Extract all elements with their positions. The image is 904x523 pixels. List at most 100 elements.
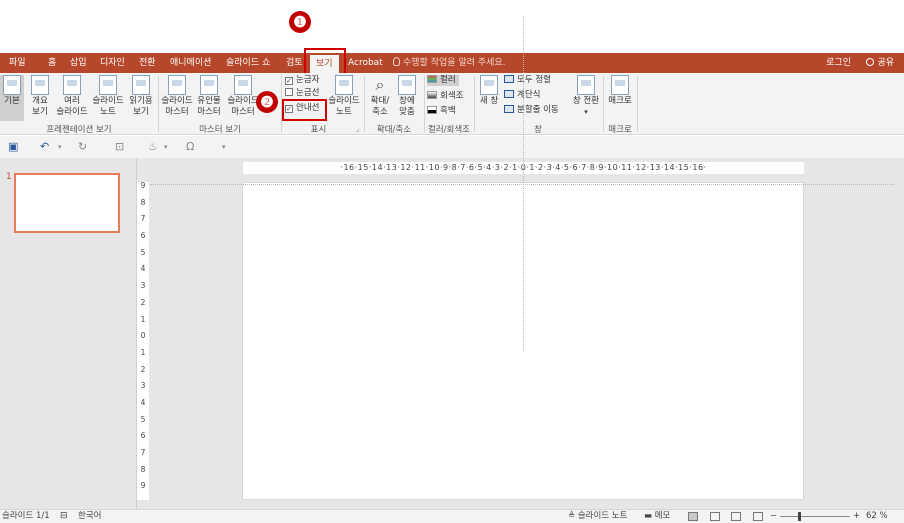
normal-view-button[interactable]: 기본 [0, 75, 24, 121]
fit-window-icon [398, 75, 416, 95]
undo-dropdown-icon[interactable]: ▾ [58, 143, 62, 151]
group-label-presentation-views: 프레젠테이션 보기 [46, 125, 112, 135]
share-label: 공유 [877, 58, 894, 68]
group-separator [637, 76, 638, 132]
spellcheck-icon[interactable]: ⊟ [60, 510, 68, 523]
zoom-in-icon[interactable]: + [853, 510, 860, 523]
zoom-label-2: 축소 [372, 107, 388, 117]
new-window-button[interactable]: 새 창 [477, 75, 501, 107]
notes-page-label-1: 슬라이드 [92, 96, 124, 106]
save-icon[interactable]: ▣ [8, 140, 18, 153]
color-label: 컬러 [440, 75, 456, 85]
reading-view-status-icon[interactable] [731, 512, 741, 521]
vertical-ruler-tick-label: 2 [140, 297, 146, 307]
notes-toggle[interactable]: ≜ 슬라이드 노트 [568, 510, 627, 523]
notes-master-icon [234, 75, 252, 95]
cascade-label: 계단식 [517, 90, 541, 100]
notes-page-button[interactable]: 슬라이드 노트 [91, 75, 125, 118]
slide-thumbnail[interactable] [14, 173, 120, 233]
language-indicator[interactable]: 한국어 [78, 510, 101, 523]
vertical-ruler-tick-label: 6 [140, 431, 146, 441]
vertical-ruler-tick-label: 4 [140, 264, 146, 274]
tab-animations[interactable]: 애니메이션 [170, 53, 211, 73]
tell-me-text: 수행할 작업을 알려 주세요. [403, 58, 506, 68]
redo-icon[interactable]: ↻ [78, 140, 87, 153]
notes-pane-button[interactable]: 슬라이드 노트 [326, 75, 362, 118]
color-swatch-icon [427, 75, 437, 83]
slideshow-status-icon[interactable] [753, 512, 763, 521]
bw-swatch-icon [427, 106, 437, 114]
tab-design[interactable]: 디자인 [100, 53, 125, 73]
ruler-checkbox[interactable]: ✓ 눈금자 [285, 75, 319, 86]
group-label-zoom: 확대/축소 [376, 125, 412, 135]
dialog-launcher-icon[interactable]: ⌟ [356, 125, 359, 133]
vertical-ruler-tick-label: 5 [140, 247, 146, 257]
checkmark-icon: ✓ [285, 77, 293, 85]
qat-dropdown-icon[interactable]: ▾ [164, 143, 168, 151]
macros-button[interactable]: 매크로 [605, 75, 635, 107]
notes-toggle-label: 슬라이드 노트 [577, 511, 628, 521]
tab-file[interactable]: 파일 [9, 53, 26, 73]
zoom-slider[interactable] [780, 516, 850, 517]
customize-qat-icon[interactable]: ▾ [222, 143, 226, 151]
vertical-ruler-tick-label: 3 [140, 281, 146, 291]
notes-master-label-2: 마스터 [231, 107, 255, 117]
zoom-out-icon[interactable]: − [770, 510, 777, 523]
slide-master-label-2: 마스터 [165, 107, 189, 117]
tab-transitions[interactable]: 전환 [139, 53, 156, 73]
sign-in-link[interactable]: 로그인 [826, 53, 851, 73]
bw-label: 흑백 [440, 106, 456, 116]
tell-me-search[interactable]: 수행할 작업을 알려 주세요. [393, 53, 506, 73]
black-white-button[interactable]: 흑백 [427, 106, 456, 117]
handout-label-2: 마스터 [197, 107, 221, 117]
outline-view-button[interactable]: 개요 보기 [28, 75, 52, 118]
switch-windows-icon [577, 75, 595, 95]
tab-insert[interactable]: 삽입 [70, 53, 87, 73]
move-split-button[interactable]: 분할줄 이동 [504, 105, 559, 116]
slide-sorter-button[interactable]: 여러 슬라이드 [55, 75, 89, 118]
reading-view-button[interactable]: 읽기용 보기 [127, 75, 155, 118]
slide-master-button[interactable]: 슬라이드 마스터 [159, 75, 195, 118]
highlight-view-tab [304, 48, 346, 76]
horizontal-guide[interactable] [150, 184, 894, 185]
symbol-icon[interactable]: Ω [186, 140, 194, 153]
fit-to-window-button[interactable]: 창에 맞춤 [394, 75, 420, 118]
zoom-slider-thumb[interactable] [798, 512, 801, 521]
gridlines-checkbox[interactable]: 눈금선 [285, 88, 319, 99]
share-button[interactable]: 공유 [866, 53, 894, 73]
arrange-all-button[interactable]: 모두 정렬 [504, 75, 551, 86]
zoom-button[interactable]: ⌕ 확대/ 축소 [366, 75, 394, 118]
undo-icon[interactable]: ↶ [40, 140, 49, 153]
zoom-level[interactable]: 62 % [866, 510, 888, 523]
tab-acrobat[interactable]: Acrobat [348, 53, 383, 73]
vertical-ruler: 9 8 7 6 5 4 3 2 1 0 1 2 3 4 5 6 7 8 9 [137, 181, 149, 500]
outline-label-1: 개요 [32, 96, 48, 106]
person-icon [866, 58, 875, 66]
tab-review[interactable]: 검토 [286, 53, 303, 73]
grayscale-button[interactable]: 회색조 [427, 91, 463, 102]
switch-windows-button[interactable]: 창 전환 ▾ [570, 75, 602, 118]
zoom-label-1: 확대/ [370, 96, 390, 106]
tab-slideshow[interactable]: 슬라이드 쇼 [226, 53, 270, 73]
color-button[interactable]: 컬러 [427, 75, 459, 86]
group-label-show: 표시 [310, 125, 327, 135]
new-window-icon [480, 75, 498, 95]
normal-view-status-icon[interactable] [688, 512, 698, 521]
format-painter-icon[interactable]: ♨ [148, 140, 158, 153]
handout-master-button[interactable]: 유인물 마스터 [195, 75, 223, 118]
handout-master-icon [200, 75, 218, 95]
vertical-ruler-tick-label: 7 [140, 214, 146, 224]
comments-toggle[interactable]: ▬ 메모 [644, 510, 670, 523]
group-label-macros: 매크로 [608, 125, 632, 135]
slide-sorter-status-icon[interactable] [710, 512, 720, 521]
vertical-ruler-tick-label: 1 [140, 314, 146, 324]
sorter-label-2: 슬라이드 [56, 107, 88, 117]
vertical-ruler-tick-label: 8 [140, 464, 146, 474]
tab-home[interactable]: 홈 [48, 53, 56, 73]
lightbulb-icon [393, 57, 400, 66]
start-slideshow-icon[interactable]: ⊡ [115, 140, 124, 153]
fit-label-2: 맞춤 [399, 107, 415, 117]
slide-master-label-1: 슬라이드 [161, 96, 193, 106]
notes-page-label-2: 노트 [100, 107, 116, 117]
reading-view-icon [132, 75, 150, 95]
